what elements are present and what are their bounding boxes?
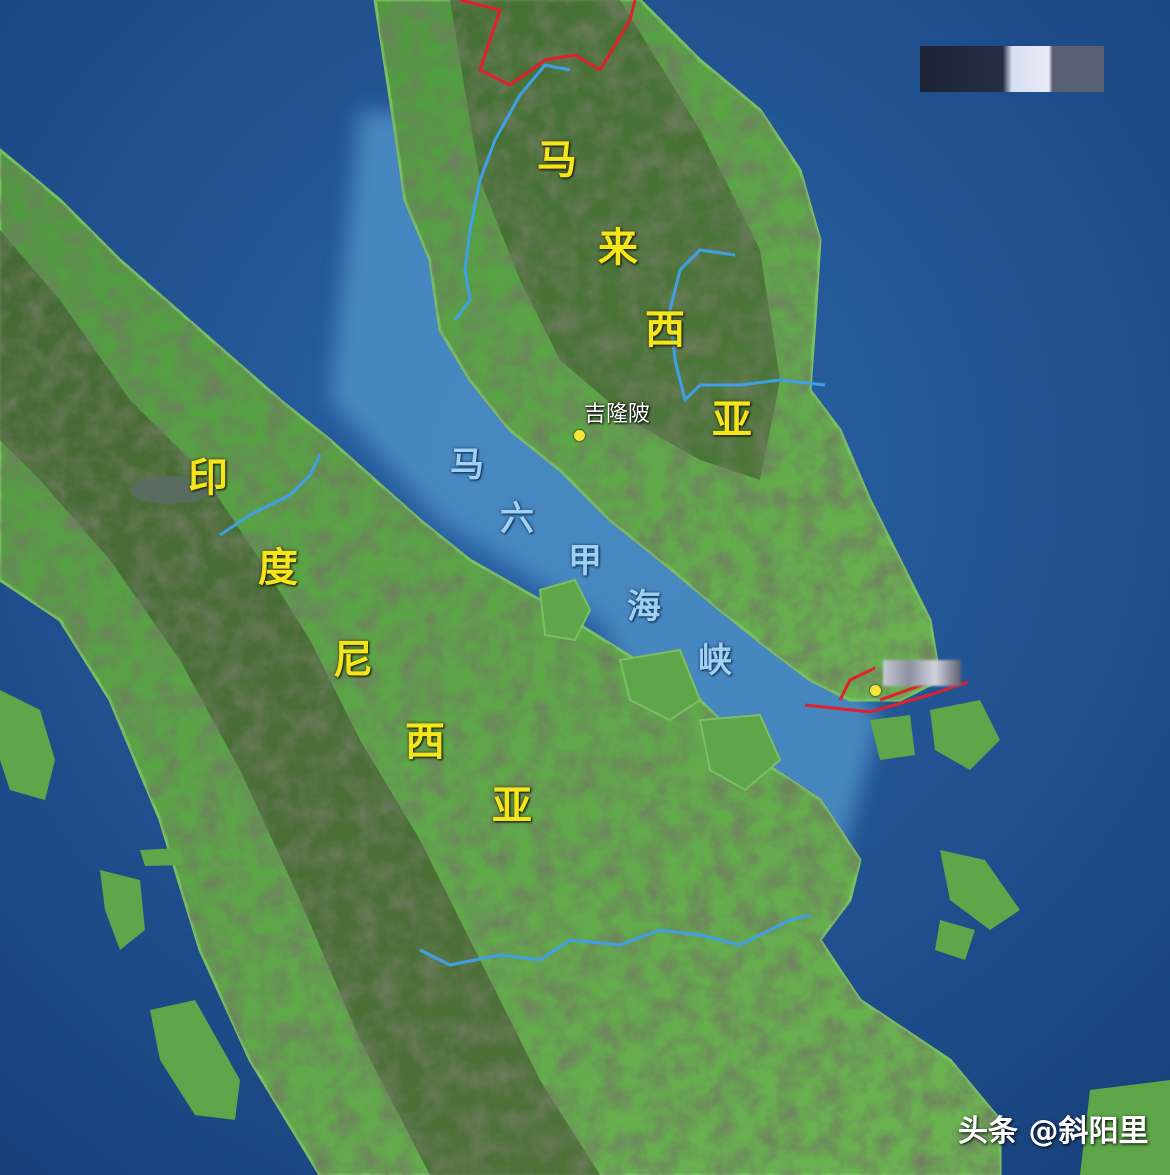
label-indonesia-5: 亚 bbox=[492, 783, 532, 829]
terrain-map: 马 来 西 亚 印 度 尼 西 亚 马 六 甲 海 峡 吉隆陂 头条 @斜阳里 bbox=[0, 0, 1170, 1175]
label-indonesia-4: 西 bbox=[405, 719, 445, 765]
label-malaysia-4: 亚 bbox=[712, 397, 752, 443]
redacted-top-right bbox=[920, 46, 1104, 92]
label-indonesia-2: 度 bbox=[258, 545, 298, 591]
label-indonesia-3: 尼 bbox=[333, 637, 373, 683]
island-banyak bbox=[140, 848, 185, 866]
city-dot-icon bbox=[574, 430, 585, 441]
map-canvas bbox=[0, 0, 1170, 1175]
redacted-singapore-label bbox=[883, 660, 961, 686]
label-malaysia-1: 马 bbox=[537, 137, 577, 183]
label-malaysia-2: 来 bbox=[598, 225, 638, 271]
watermark: 头条 @斜阳里 bbox=[958, 1114, 1149, 1149]
label-strait-5: 峡 bbox=[698, 641, 732, 681]
label-malaysia-3: 西 bbox=[645, 307, 685, 353]
label-strait-4: 海 bbox=[627, 587, 661, 627]
city-dot-icon bbox=[870, 685, 881, 696]
label-strait-2: 六 bbox=[500, 499, 534, 539]
label-strait-3: 甲 bbox=[568, 541, 602, 581]
label-kuala-lumpur: 吉隆陂 bbox=[584, 402, 651, 427]
label-strait-1: 马 bbox=[450, 445, 484, 485]
label-indonesia-1: 印 bbox=[188, 455, 228, 501]
